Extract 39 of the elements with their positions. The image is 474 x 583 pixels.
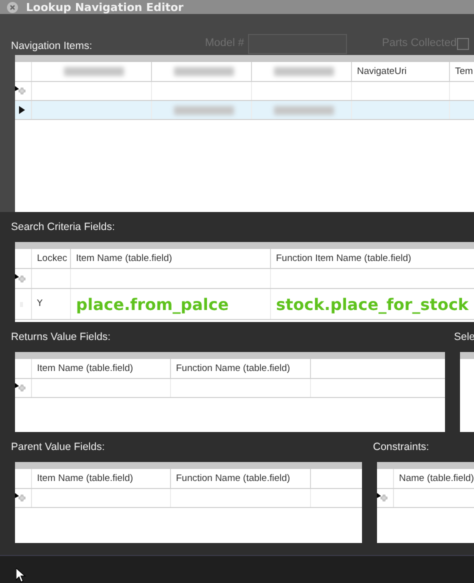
- column-header[interactable]: Tem: [450, 62, 474, 81]
- column-header[interactable]: Function Name (table.field): [171, 359, 311, 378]
- column-header[interactable]: Lockec: [32, 249, 71, 268]
- blurred-text: [174, 106, 234, 114]
- data-grid[interactable]: Item Name (table.field) Function Name (table.field): [15, 352, 445, 432]
- current-row-icon: [19, 106, 25, 114]
- new-row-icon: [15, 383, 26, 393]
- column-header[interactable]: Function Item Name (table.field): [271, 249, 474, 268]
- data-grid[interactable]: NavigateUri Tem: [15, 55, 474, 212]
- parts-collected-checkbox[interactable]: [457, 38, 469, 50]
- table-cell: place.from_palce: [76, 294, 229, 314]
- column-header[interactable]: NavigateUri: [352, 62, 450, 81]
- section-label: Search Criteria Fields:: [11, 221, 115, 233]
- table-row[interactable]: [15, 101, 474, 120]
- section-label: Parent Value Fields:: [11, 441, 106, 453]
- table-row[interactable]: [15, 82, 474, 101]
- mouse-cursor-icon: [16, 568, 26, 583]
- new-row-icon: [15, 86, 26, 96]
- column-header[interactable]: Item Name (table.field): [71, 249, 271, 268]
- close-icon[interactable]: [7, 2, 18, 12]
- model-field[interactable]: [248, 34, 347, 54]
- data-grid[interactable]: [460, 352, 474, 432]
- data-grid[interactable]: Item Name (table.field) Function Name (table.field): [15, 462, 362, 543]
- data-grid[interactable]: Name (table.field): [377, 462, 474, 543]
- section-label: Constraints:: [373, 441, 430, 453]
- table-cell: stock.place_for_stock: [276, 294, 469, 314]
- new-row-icon: [377, 493, 388, 503]
- new-row-icon: [15, 493, 26, 503]
- section-label: Navigation Items:: [11, 40, 92, 52]
- column-header[interactable]: Item Name (table.field): [32, 359, 171, 378]
- new-row-icon: [15, 274, 26, 284]
- section-label: Returns Value Fields:: [11, 331, 111, 343]
- column-header[interactable]: Item Name (table.field): [32, 469, 171, 488]
- data-grid[interactable]: Lockec Item Name (table.field) Function Item Name (table.field) Y place.from_palce stock.place_for_stock: [15, 242, 474, 322]
- column-header[interactable]: Function Name (table.field): [171, 469, 311, 488]
- blurred-text: [274, 106, 334, 114]
- column-header[interactable]: Name (table.field): [394, 469, 474, 488]
- table-cell: Y: [37, 299, 42, 309]
- window-title: Lookup Navigation Editor: [26, 0, 184, 14]
